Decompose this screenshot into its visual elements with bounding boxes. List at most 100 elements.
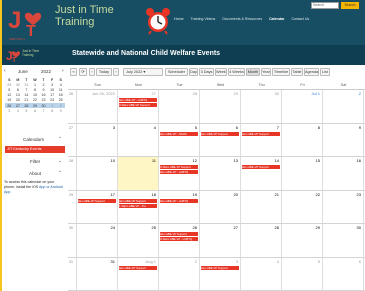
nav-home[interactable]: Home — [174, 17, 184, 21]
day-cell[interactable]: 2 — [159, 257, 200, 290]
about-section-header[interactable]: About ⌃ — [2, 170, 68, 179]
day-cell[interactable]: 6 — [323, 257, 364, 290]
day-number[interactable]: 17 — [111, 192, 115, 197]
day-number[interactable]: 3 — [236, 259, 238, 264]
day-cell[interactable]: 2 — [323, 90, 364, 123]
day-number[interactable]: 9 — [359, 125, 361, 130]
calendar-event[interactable]: 9am ABE-VP - LGBTQ — [160, 170, 198, 174]
day-cell[interactable]: 29 — [282, 224, 323, 257]
day-number[interactable]: 2 — [195, 259, 197, 264]
day-number[interactable]: 4 — [277, 259, 279, 264]
nav-contact-us[interactable]: Contact Us — [291, 17, 309, 21]
day-number[interactable]: 12 — [193, 158, 197, 163]
mini-day[interactable]: 7 — [39, 108, 48, 113]
day-cell[interactable]: 27 — [200, 224, 241, 257]
mini-next-month-button[interactable]: › — [62, 68, 64, 74]
day-cell[interactable]: 3 — [200, 257, 241, 290]
calendar-event[interactable]: 1:30pm ABE-VP - Tra — [119, 203, 157, 208]
day-cell[interactable]: 30 — [323, 224, 364, 257]
day-cell[interactable]: 9 — [323, 123, 364, 156]
week-number[interactable]: 29 — [68, 190, 77, 223]
day-number[interactable]: 14 — [275, 158, 279, 163]
mini-prev-month-button[interactable]: ‹ — [4, 68, 6, 74]
refresh-button[interactable]: ⟳ — [79, 68, 87, 76]
day-number[interactable]: 5 — [195, 125, 197, 130]
day-number[interactable]: 7 — [277, 125, 279, 130]
calendar-event[interactable]: 9am ABE-VP Support — [201, 131, 239, 136]
day-number[interactable]: 5 — [318, 259, 320, 264]
day-number[interactable]: 15 — [316, 158, 320, 163]
calendar-event[interactable]: 9am ABE-VP Support — [242, 131, 280, 136]
mini-year-label[interactable]: 2022 — [41, 69, 51, 74]
mini-day[interactable]: 9 — [56, 108, 65, 113]
view-week-button[interactable]: Week — [215, 68, 227, 76]
day-cell[interactable]: 6 — [200, 123, 241, 156]
calendar-event[interactable]: 9am ABE-VP - LGBTQ — [119, 98, 157, 102]
filter-section-header[interactable]: Filter ⌄ — [2, 158, 68, 167]
day-cell[interactable]: Jun 26, 2022 — [77, 90, 118, 123]
view-day-button[interactable]: Day — [189, 68, 198, 76]
day-number[interactable]: 26 — [193, 225, 197, 230]
forward-button[interactable]: › — [113, 68, 119, 76]
day-cell[interactable]: 30 — [241, 90, 282, 123]
day-cell[interactable]: 5 — [282, 257, 323, 290]
day-number[interactable]: 3 — [113, 125, 115, 130]
mini-day[interactable]: 6 — [31, 108, 40, 113]
calendar-event[interactable]: 9am ABE-VP Support — [160, 232, 198, 236]
day-number[interactable]: 29 — [316, 225, 320, 230]
week-number[interactable]: 31 — [68, 257, 77, 290]
day-cell[interactable]: 10 — [77, 157, 118, 190]
day-cell[interactable]: 17 — [77, 190, 118, 223]
day-cell[interactable]: 4 — [118, 123, 159, 156]
day-cell[interactable]: 28 — [159, 90, 200, 123]
day-number[interactable]: 20 — [234, 192, 238, 197]
day-number[interactable]: Aug 1 — [146, 259, 156, 264]
jit-logo[interactable]: J T KENTUCKY — [7, 3, 53, 41]
calendar-event[interactable]: 9am ABE-VP Support — [119, 198, 157, 203]
day-number[interactable]: 28 — [275, 225, 279, 230]
nav-documents-resources[interactable]: Documents & Resources — [222, 17, 262, 21]
calendar-event[interactable]: 9am ABE-VP - NAMA — [160, 131, 198, 136]
calendar-event[interactable]: 9:30am ABE-VP Support — [160, 165, 198, 169]
day-cell[interactable]: 31 — [77, 257, 118, 290]
day-number[interactable]: 23 — [357, 192, 361, 197]
day-number[interactable]: 28 — [193, 91, 197, 96]
day-cell[interactable]: Jul 1 — [282, 90, 323, 123]
day-number[interactable]: 22 — [316, 192, 320, 197]
day-number[interactable]: 27 — [152, 91, 156, 96]
day-cell[interactable]: 16 — [323, 157, 364, 190]
day-cell[interactable]: 29 — [200, 90, 241, 123]
day-number[interactable]: 4 — [154, 125, 156, 130]
nav-training-videos[interactable]: Training Videos — [191, 17, 216, 21]
day-cell[interactable]: 22 — [282, 190, 323, 223]
day-cell[interactable]: 5 — [159, 123, 200, 156]
mini-day[interactable]: 4 — [14, 108, 23, 113]
view-list-button[interactable]: List — [320, 68, 330, 76]
calendar-item-kentucky-events[interactable]: JIT Kentucky Events — [5, 146, 65, 153]
day-cell[interactable]: 15 — [282, 157, 323, 190]
day-number[interactable]: 10 — [111, 158, 115, 163]
day-number[interactable]: 13 — [234, 158, 238, 163]
day-number[interactable]: 30 — [275, 91, 279, 96]
calendar-event[interactable]: 9am ABE-VP Support — [201, 265, 239, 270]
day-number[interactable]: 16 — [357, 158, 361, 163]
day-cell[interactable]: 7 — [241, 123, 282, 156]
calendar-event[interactable]: 9am ABE-VP - LGBTQ — [160, 198, 198, 203]
day-number[interactable]: 21 — [275, 192, 279, 197]
nav-calendar[interactable]: Calendar — [269, 17, 284, 21]
week-number[interactable]: 30 — [68, 224, 77, 257]
day-number[interactable]: 19 — [193, 192, 197, 197]
calendar-event[interactable]: 9:30am ABE-VP Support — [119, 103, 157, 107]
week-number[interactable]: 28 — [68, 157, 77, 190]
view-3-days-button[interactable]: 3 Days — [199, 68, 214, 76]
day-number[interactable]: Jul 1 — [312, 91, 320, 96]
mini-month-label[interactable]: June — [18, 69, 28, 74]
day-number[interactable]: 30 — [357, 225, 361, 230]
day-number[interactable]: 25 — [152, 225, 156, 230]
view-scheduler-button[interactable]: Scheduler — [165, 68, 188, 76]
calendars-section-header[interactable]: Calendars ⌃ — [2, 136, 68, 145]
day-number[interactable]: 31 — [111, 259, 115, 264]
calendar-event[interactable]: 9am ABE-VP Support — [78, 198, 116, 203]
day-cell[interactable]: 4 — [241, 257, 282, 290]
day-cell[interactable]: 3 — [77, 123, 118, 156]
